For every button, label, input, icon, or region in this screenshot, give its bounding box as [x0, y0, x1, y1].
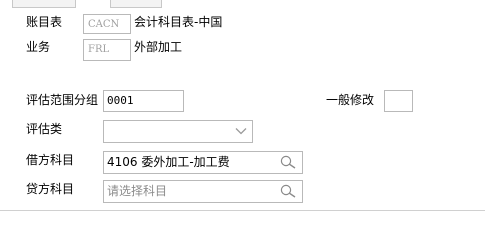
debit-account-value: 4106 委外加工-加工费 [107, 155, 230, 169]
valuation-class-label: 评估类 [26, 122, 63, 136]
valuation-scope-group-label: 评估范围分组 [26, 93, 99, 107]
business-code-field: FRL [83, 39, 131, 61]
valuation-class-select[interactable] [103, 120, 253, 143]
toolbar-button-2[interactable] [110, 0, 162, 8]
business-code: FRL [88, 44, 110, 55]
credit-account-placeholder: 请选择科目 [107, 184, 168, 198]
debit-account-input[interactable]: 4106 委外加工-加工费 [103, 151, 303, 174]
credit-account-label: 贷方科目 [26, 182, 75, 196]
debit-account-label: 借方科目 [26, 153, 75, 167]
business-name: 外部加工 [134, 40, 183, 54]
general-modification-label: 一般修改 [326, 93, 375, 107]
account-table-code: CACN [88, 19, 120, 30]
business-label: 业务 [26, 40, 51, 54]
account-table-code-field: CACN [83, 14, 131, 34]
general-modification-input[interactable] [384, 90, 413, 112]
valuation-scope-group-value: 0001 [107, 94, 134, 107]
credit-account-input[interactable]: 请选择科目 [103, 180, 303, 203]
search-icon[interactable] [279, 155, 297, 169]
chevron-down-icon [235, 128, 247, 135]
search-icon[interactable] [279, 184, 297, 198]
account-table-name: 会计科目表-中国 [134, 15, 223, 29]
account-table-label: 账目表 [26, 15, 63, 29]
bottom-divider [0, 210, 485, 211]
valuation-scope-group-input[interactable]: 0001 [103, 90, 184, 112]
toolbar-button-1[interactable] [12, 0, 76, 8]
